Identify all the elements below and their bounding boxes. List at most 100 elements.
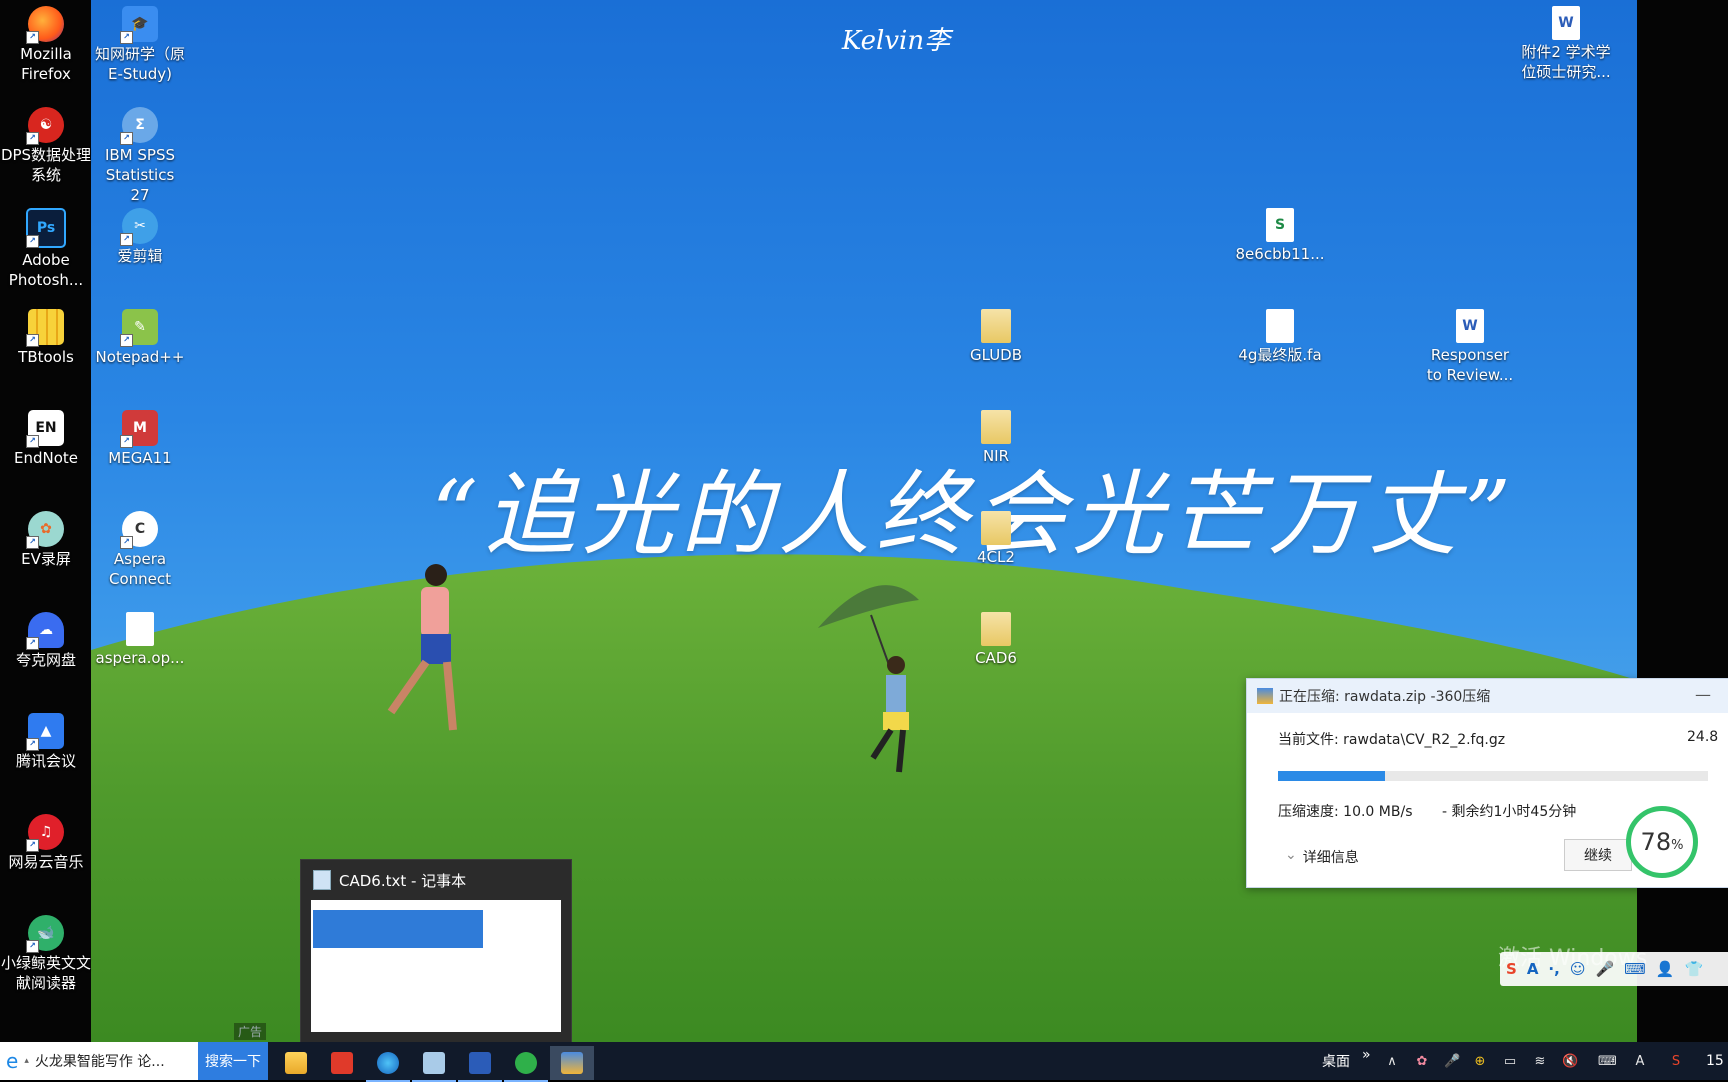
sogou-ime-toolbar[interactable]: S A ·, ☺ 🎤 ⌨ 👤 👕 — [1500, 952, 1728, 986]
folder-zip-icon — [981, 309, 1011, 343]
desktop-icon-tbtools[interactable]: ↗ TBtools — [0, 305, 92, 367]
desktop-icon-endnote[interactable]: EN ↗ EndNote — [0, 406, 92, 468]
desktop-icon-tencent-meeting[interactable]: ▲ ↗ 腾讯会议 — [0, 709, 92, 771]
cnki-icon: 🎓 ↗ — [120, 6, 158, 44]
punctuation-icon: ·, — [1548, 960, 1560, 978]
taskbar-wps[interactable] — [320, 1046, 364, 1080]
compress-progress-bar — [1278, 771, 1708, 781]
desktop-icon-notepadpp[interactable]: ✎ ↗ Notepad++ — [94, 305, 186, 367]
desktop-icon-ev-recorder[interactable]: ✿ ↗ EV录屏 — [0, 507, 92, 569]
details-toggle[interactable]: ⌄ 详细信息 — [1285, 847, 1359, 867]
desktop-icon-label: 夸克网盘 — [15, 651, 76, 669]
desktop-icon-cad6[interactable]: CAD6 — [950, 608, 1042, 668]
microphone-icon[interactable]: 🎤 — [1444, 1054, 1460, 1070]
speed-label: 压缩速度: 10.0 MB/s — [1278, 804, 1413, 820]
microphone-icon: 🎤 — [1595, 960, 1615, 978]
minimize-button[interactable]: — — [1695, 685, 1711, 704]
folder-icon — [285, 1052, 307, 1074]
ev-recorder-icon: ✿ ↗ — [26, 511, 64, 549]
desktop-icon-green-whale[interactable]: 🐋 ↗ 小绿鲸英文文献阅读器 — [0, 911, 92, 993]
taskbar-notepad[interactable] — [412, 1046, 456, 1082]
desktop-icon-excel-file[interactable]: S 8e6cbb11... — [1234, 204, 1326, 264]
wps-icon — [331, 1052, 353, 1074]
taskbar-edge[interactable] — [366, 1046, 410, 1082]
word-icon — [469, 1052, 491, 1074]
taskbar-file-explorer[interactable] — [274, 1046, 318, 1080]
desktop-icon-quark[interactable]: ☁ ↗ 夸克网盘 — [0, 608, 92, 670]
desktop-icon-netease-music[interactable]: ♫ ↗ 网易云音乐 — [0, 810, 92, 872]
toolbar-overflow[interactable]: » — [1362, 1036, 1371, 1074]
notepad-icon — [423, 1052, 445, 1074]
keyboard-icon[interactable]: ⌨ — [1598, 1054, 1617, 1070]
aspera-icon: C ↗ — [120, 511, 158, 549]
ime-indicator[interactable]: A — [1632, 1054, 1648, 1070]
performance-ring-widget[interactable]: 78% — [1626, 806, 1698, 878]
notepad-taskbar-preview[interactable]: CAD6.txt - 记事本 — [300, 859, 572, 1042]
wifi-icon[interactable]: ≋ — [1532, 1054, 1548, 1070]
sogou-tray-icon[interactable]: S — [1668, 1054, 1684, 1070]
desktop-icon-attachment[interactable]: W 附件2 学术学位硕士研究... — [1518, 2, 1614, 82]
ime-mode-icon: A — [1526, 960, 1539, 978]
desktop-icon-label: Responser to Review... — [1426, 346, 1514, 384]
notepad-icon — [313, 870, 331, 890]
chevron-down-icon: ⌄ — [1285, 847, 1297, 863]
quark-drive-icon: ☁ ↗ — [26, 612, 64, 650]
word-file-icon: W — [1552, 6, 1580, 40]
volume-muted-icon[interactable]: 🔇 — [1562, 1054, 1578, 1070]
desktop: Kelvin李 “追光的人终会光芒万丈” ↗ Mozilla Firefox ☯… — [0, 0, 1728, 1042]
search-button[interactable]: 搜索一下 — [198, 1042, 268, 1080]
dps-icon: ☯ ↗ — [26, 107, 64, 145]
folder-zip-icon — [981, 410, 1011, 444]
desktop-icon-dps[interactable]: ☯ ↗ DPS数据处理系统 — [0, 103, 92, 185]
desktop-icon-label: EV录屏 — [21, 550, 71, 568]
word-file-icon: W — [1456, 309, 1484, 343]
desktop-icon-4cl2[interactable]: 4CL2 — [950, 507, 1042, 567]
desktop-icon-fa-file[interactable]: 4g最终版.fa — [1234, 305, 1326, 365]
desktop-icon-nir[interactable]: NIR — [950, 406, 1042, 466]
tencent-meeting-icon: ▲ ↗ — [26, 713, 64, 751]
desktop-icon-aspera-file[interactable]: aspera.op... — [94, 608, 186, 668]
search-text: 火龙果智能写作 论... — [34, 1054, 165, 1070]
desktop-icon-photoshop[interactable]: Ps ↗ Adobe Photosh... — [0, 204, 92, 290]
chevron-up-icon[interactable]: ∧ — [1384, 1054, 1400, 1070]
flower-tray-icon[interactable]: ✿ — [1414, 1054, 1430, 1070]
compress-progress-fill — [1278, 771, 1385, 781]
thumbnail-selected-text — [313, 910, 483, 948]
taskbar-word[interactable] — [458, 1046, 502, 1082]
mega-icon: M ↗ — [120, 410, 158, 448]
netease-music-icon: ♫ ↗ — [26, 814, 64, 852]
desktop-icon-label: Aspera Connect — [108, 550, 172, 588]
spss-icon: Σ ↗ — [120, 107, 158, 145]
green-whale-icon: 🐋 ↗ — [26, 915, 64, 953]
desktop-icon-firefox[interactable]: ↗ Mozilla Firefox — [0, 2, 92, 84]
desktop-icon-label: 8e6cbb11... — [1235, 245, 1325, 263]
ie-search-widget[interactable]: e ▴ 火龙果智能写作 论... — [0, 1042, 198, 1080]
tbtools-icon: ↗ — [26, 309, 64, 347]
desktop-icon-label: Notepad++ — [95, 348, 185, 366]
desktop-icon-responser[interactable]: W Responser to Review... — [1424, 305, 1516, 385]
notepadpp-icon: ✎ ↗ — [120, 309, 158, 347]
desktop-icon-label: TBtools — [18, 348, 74, 366]
remaining-label: - 剩余约1小时45分钟 — [1442, 804, 1577, 820]
desktop-icon-gludb[interactable]: GLUDB — [950, 305, 1042, 365]
battery-icon[interactable]: ▭ — [1502, 1054, 1518, 1070]
dialog-title-bar: 正在压缩: rawdata.zip -360压缩 — [1247, 679, 1728, 713]
zip-app-icon — [561, 1052, 583, 1074]
desktop-icon-mega[interactable]: M ↗ MEGA11 — [94, 406, 186, 468]
desktop-icon-label: 4CL2 — [977, 548, 1015, 566]
folder-zip-icon — [981, 612, 1011, 646]
desktop-icon-aspera[interactable]: C ↗ Aspera Connect — [94, 507, 186, 589]
folder-zip-icon — [981, 511, 1011, 545]
desktop-icon-label: 爱剪辑 — [117, 247, 163, 265]
clock[interactable]: 15 — [1706, 1042, 1724, 1080]
desktop-icon-spss[interactable]: Σ ↗ IBM SPSS Statistics 27 — [94, 103, 186, 205]
desktop-icon-label: DPS数据处理系统 — [0, 146, 92, 184]
taskbar-wechat[interactable] — [504, 1046, 548, 1082]
plus-tray-icon[interactable]: ⊕ — [1472, 1054, 1488, 1070]
taskbar-360zip[interactable] — [550, 1046, 594, 1080]
desktop-icon-label: CAD6 — [975, 649, 1017, 667]
desktop-icon-cnki[interactable]: 🎓 ↗ 知网研学（原E-Study) — [94, 2, 186, 84]
continue-button[interactable]: 继续 — [1564, 839, 1632, 871]
desktop-toolbar-label[interactable]: 桌面 — [1322, 1042, 1350, 1080]
desktop-icon-ijianji[interactable]: ✂ ↗ 爱剪辑 — [94, 204, 186, 266]
